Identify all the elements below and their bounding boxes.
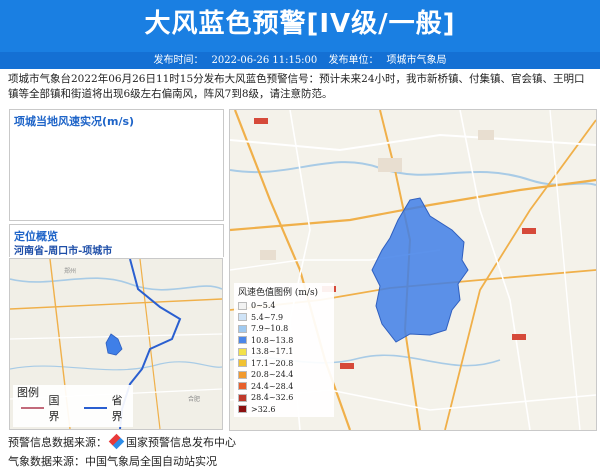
weather-source-label: 气象数据来源： <box>8 455 85 468</box>
wind-legend-item: 20.8~24.4 <box>238 369 330 381</box>
warning-center-logo-icon <box>108 433 125 450</box>
weather-source-value: 中国气象局全国自动站实况 <box>85 455 217 468</box>
wind-legend-item: 17.1~20.8 <box>238 358 330 370</box>
legend-swatch <box>238 382 247 391</box>
warning-header: 大风蓝色预警[IV级/一般] <box>0 0 600 52</box>
legend-swatch <box>238 359 247 368</box>
legend-label: 24.4~28.4 <box>251 381 294 391</box>
wind-map[interactable]: 风速色值图例 (m/s) 0~5.4 5.4~7.9 7.9~10.8 10.8… <box>229 109 597 431</box>
legend-swatch <box>238 301 247 310</box>
wind-legend-title: 风速色值图例 (m/s) <box>238 288 319 298</box>
weather-source-line: 气象数据来源：中国气象局全国自动站实况 <box>8 453 217 469</box>
legend-swatch <box>238 405 247 414</box>
publish-time-label: 发布时间： <box>153 55 204 66</box>
legend-label: 0~5.4 <box>251 301 276 311</box>
legend-label: 28.4~32.6 <box>251 393 294 403</box>
wind-legend-item: 5.4~7.9 <box>238 312 330 324</box>
wind-speed-panel-title: 项城当地风速实况(m/s) <box>14 115 135 128</box>
wind-legend-item: 13.8~17.1 <box>238 346 330 358</box>
wind-legend-item: 24.4~28.4 <box>238 381 330 393</box>
boundary-legend: 图例 国界 省界 <box>13 385 133 427</box>
national-border-line-icon <box>21 407 45 409</box>
warning-source-line: 预警信息数据来源： 国家预警信息发布中心 <box>8 433 236 450</box>
wind-speed-panel: 项城当地风速实况(m/s) <box>9 109 224 221</box>
warning-meta-bar: 发布时间： 2022-06-26 11:15:00 发布单位： 项城市气象局 <box>0 52 600 69</box>
legend-label: >32.6 <box>251 404 276 414</box>
publish-time-value: 2022-06-26 11:15:00 <box>211 55 318 66</box>
publish-unit-label: 发布单位： <box>328 55 379 66</box>
legend-swatch <box>238 393 247 402</box>
provincial-border-line-icon <box>84 407 108 409</box>
legend-label: 20.8~24.4 <box>251 370 294 380</box>
boundary-legend-label: 国界 <box>48 394 60 423</box>
warning-source-label: 预警信息数据来源： <box>8 436 107 449</box>
legend-swatch <box>238 370 247 379</box>
publish-unit-value: 项城市气象局 <box>386 55 447 66</box>
legend-swatch <box>238 324 247 333</box>
wind-legend-item: >32.6 <box>238 404 330 416</box>
warning-title: 大风蓝色预警[IV级/一般] <box>144 9 456 39</box>
legend-label: 10.8~13.8 <box>251 335 294 345</box>
location-overview-map[interactable]: 郑州 合肥 图例 国界 省界 <box>9 258 223 430</box>
legend-swatch <box>238 336 247 345</box>
warning-description: 项城市气象台2022年06月26日11时15分发布大风蓝色预警信号：预计未来24… <box>8 73 585 100</box>
map-label-hefei: 合肥 <box>188 395 200 403</box>
legend-swatch <box>238 347 247 356</box>
legend-label: 7.9~10.8 <box>251 324 289 334</box>
wind-legend-item: 0~5.4 <box>238 300 330 312</box>
map-label-zhengzhou: 郑州 <box>64 267 76 275</box>
wind-legend: 风速色值图例 (m/s) 0~5.4 5.4~7.9 7.9~10.8 10.8… <box>234 283 334 417</box>
boundary-legend-item: 国界 省界 <box>13 394 133 423</box>
boundary-legend-label: 省界 <box>111 394 123 423</box>
legend-swatch <box>238 313 247 322</box>
location-path: 河南省-周口市-项城市 <box>14 246 113 257</box>
wind-legend-item: 10.8~13.8 <box>238 335 330 347</box>
legend-label: 5.4~7.9 <box>251 312 284 322</box>
warning-source-value: 国家预警信息发布中心 <box>126 436 236 449</box>
legend-label: 17.1~20.8 <box>251 358 294 368</box>
wind-legend-item: 28.4~32.6 <box>238 392 330 404</box>
location-overview-panel: 定位概览 河南省-周口市-项城市 <box>9 224 224 257</box>
legend-label: 13.8~17.1 <box>251 347 294 357</box>
wind-legend-item: 7.9~10.8 <box>238 323 330 335</box>
